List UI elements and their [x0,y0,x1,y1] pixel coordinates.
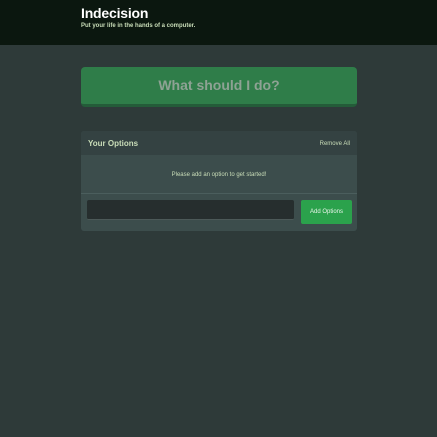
empty-options-message: Please add an option to get started! [171,172,267,178]
app-subtitle: Put your life in the hands of a computer… [81,23,196,29]
what-should-i-do-button[interactable]: What should I do? [81,67,357,107]
options-header: Your Options Remove All [81,131,357,155]
add-option-button[interactable]: Add Options [301,200,352,224]
app-header: Indecision Put your life in the hands of… [0,0,437,45]
remove-all-button[interactable]: Remove All [320,140,350,148]
options-panel: Your Options Remove All Please add an op… [81,131,357,231]
option-input[interactable] [87,200,294,220]
divider [81,193,357,194]
app-title: Indecision [81,5,149,21]
options-title: Your Options [88,139,139,148]
